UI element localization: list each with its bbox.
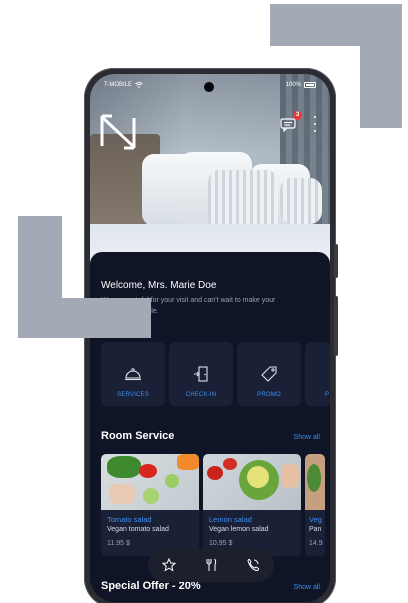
welcome-title: Welcome, Mrs. Marie Doe <box>101 280 217 291</box>
top-actions: 3 <box>280 111 318 133</box>
carrier-label: T-MOBILE <box>104 82 133 88</box>
food-name: Lemon salad <box>209 515 252 524</box>
favorites-nav-button[interactable] <box>159 555 179 575</box>
tomato-salad-image <box>101 454 199 510</box>
decor-bracket-top-vertical <box>360 4 402 128</box>
messages-button[interactable]: 3 <box>280 111 302 133</box>
hotel-logo-icon[interactable] <box>98 112 138 152</box>
fork-knife-icon <box>206 558 217 571</box>
food-card[interactable]: Tomato salad Vegan tomato salad 11.95 $ <box>101 454 199 556</box>
front-camera <box>204 82 214 92</box>
partial-tile[interactable]: P <box>305 342 330 406</box>
food-price: 14.9 <box>309 540 323 547</box>
service-tiles: SERVICES CHECK-IN PROMO P <box>101 342 330 406</box>
food-name: Tomato salad <box>107 515 152 524</box>
tile-label: SERVICES <box>117 392 149 398</box>
room-service-show-all[interactable]: Show all <box>294 434 320 441</box>
services-tile[interactable]: SERVICES <box>101 342 165 406</box>
phone-screen: T-MOBILE 100% 3 Welcome, Mrs. Marie Doe … <box>90 74 330 602</box>
battery-icon <box>304 82 316 88</box>
stage: T-MOBILE 100% 3 Welcome, Mrs. Marie Doe … <box>0 0 408 603</box>
tag-icon <box>261 366 277 382</box>
dot <box>314 123 316 125</box>
room-service-cards: Tomato salad Vegan tomato salad 11.95 $ <box>101 454 325 556</box>
door-icon <box>194 366 208 382</box>
cloche-icon <box>125 368 141 381</box>
check-in-tile[interactable]: CHECK-IN <box>169 342 233 406</box>
phone-icon <box>247 558 260 572</box>
room-service-header: Room Service Show all <box>101 430 320 442</box>
tile-label: P <box>325 392 330 398</box>
tile-label: CHECK-IN <box>185 392 217 398</box>
food-price: 11.95 $ <box>107 540 130 547</box>
wifi-icon <box>135 82 143 88</box>
dining-nav-button[interactable] <box>201 555 221 575</box>
special-offer-show-all[interactable]: Show all <box>294 584 320 591</box>
decor-bracket-left-horizontal <box>18 298 151 338</box>
volume-button <box>334 244 338 278</box>
power-button <box>334 296 338 356</box>
bottom-nav <box>148 548 274 582</box>
food-card[interactable]: Lemon salad Vegan lemon salad 10.95 $ <box>203 454 301 556</box>
promo-tile[interactable]: PROMO <box>237 342 301 406</box>
tile-label: PROMO <box>257 392 281 398</box>
battery-label: 100% <box>285 82 301 88</box>
room-service-title: Room Service <box>101 430 175 442</box>
star-icon <box>162 558 176 572</box>
dot <box>314 116 316 118</box>
food-description: Pan <box>309 526 322 533</box>
food-description: Vegan tomato salad <box>107 526 169 533</box>
food-description: Vegan lemon salad <box>209 526 269 533</box>
partial-food-image <box>305 454 325 510</box>
carrier: T-MOBILE <box>104 82 286 88</box>
food-price: 10.95 $ <box>209 540 233 547</box>
notification-badge: 3 <box>293 111 302 120</box>
call-nav-button[interactable] <box>243 555 263 575</box>
food-name: Veg <box>309 515 322 524</box>
pillow-striped <box>208 170 278 232</box>
pillow-striped <box>280 178 322 224</box>
battery-status: 100% <box>286 82 316 88</box>
dot <box>314 130 316 132</box>
lemon-salad-image <box>203 454 301 510</box>
food-card-partial[interactable]: Veg Pan 14.9 <box>305 454 325 556</box>
more-options-button[interactable] <box>312 116 318 132</box>
hero-image <box>90 74 330 284</box>
